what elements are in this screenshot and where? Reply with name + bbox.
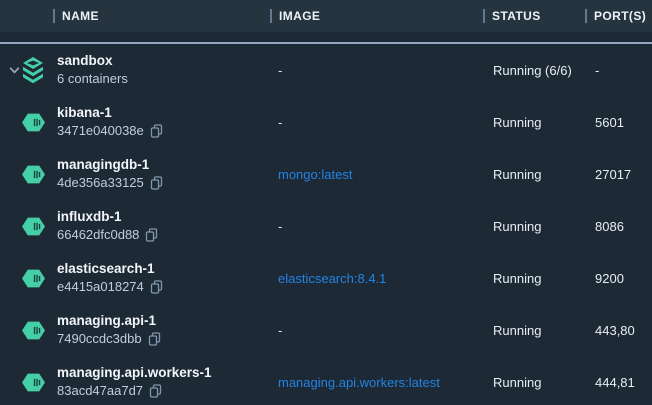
column-header-status[interactable]: STATUS [483,0,585,32]
status-value: Running (6/6) [483,44,585,96]
name-cell: managing.api.workers-1 83acd47aa7d7 [0,356,270,405]
table-body: sandbox 6 containers - Running (6/6) - [0,44,652,405]
image-value: - [278,219,282,234]
copy-icon[interactable] [148,332,161,346]
row-title: managingdb-1 [57,156,163,174]
ports-value: - [585,44,652,96]
row-subtitle: 83acd47aa7d7 [57,382,143,400]
name-cell: kibana-1 3471e040038e [0,96,270,148]
row-title: sandbox [57,52,128,70]
image-value: - [278,63,282,78]
table-row-container[interactable]: managing.api.workers-1 83acd47aa7d7 mana… [0,356,652,405]
ports-value: 5601 [585,96,652,148]
status-value: Running [483,356,585,405]
container-cube-icon [20,264,46,292]
column-header-ports[interactable]: PORT(S) [585,0,652,32]
status-value: Running [483,96,585,148]
ports-value: 27017 [585,148,652,200]
ports-value: 444,81 [585,356,652,405]
copy-icon[interactable] [150,124,163,138]
status-value: Running [483,148,585,200]
container-cube-icon [20,212,46,240]
row-subtitle: 3471e040038e [57,122,144,140]
table-row-container[interactable]: influxdb-1 66462dfc0d88 - Running 8086 [0,200,652,252]
image-value[interactable]: managing.api.workers:latest [278,375,440,390]
column-header-image[interactable]: IMAGE [270,0,483,32]
name-cell: managingdb-1 4de356a33125 [0,148,270,200]
image-value[interactable]: mongo:latest [278,167,352,182]
column-header-label: STATUS [492,9,541,23]
container-cube-icon [20,108,46,136]
row-title: influxdb-1 [57,208,158,226]
table-header: NAME IMAGE STATUS PORT(S) [0,0,652,32]
name-cell: influxdb-1 66462dfc0d88 [0,200,270,252]
name-cell: managing.api-1 7490ccdc3dbb [0,304,270,356]
status-value: Running [483,252,585,304]
copy-icon[interactable] [149,384,162,398]
image-value: - [278,323,282,338]
table-row-container[interactable]: managing.api-1 7490ccdc3dbb - Running 44… [0,304,652,356]
row-title: elasticsearch-1 [57,260,163,278]
row-title: managing.api-1 [57,312,161,330]
row-subtitle: 7490ccdc3dbb [57,330,142,348]
row-subtitle: 66462dfc0d88 [57,226,139,244]
container-cube-icon [20,316,46,344]
image-value[interactable]: elasticsearch:8.4.1 [278,271,386,286]
table-row-container[interactable]: kibana-1 3471e040038e - Running 5601 [0,96,652,148]
ports-value: 8086 [585,200,652,252]
ports-value: 9200 [585,252,652,304]
status-value: Running [483,304,585,356]
table-row-container[interactable]: managingdb-1 4de356a33125 mongo:latest R… [0,148,652,200]
column-header-label: NAME [62,9,99,23]
column-divider [53,9,55,23]
name-cell: elasticsearch-1 e4415a018274 [0,252,270,304]
status-value: Running [483,200,585,252]
ports-value: 443,80 [585,304,652,356]
container-cube-icon [20,368,46,396]
table-row-container[interactable]: elasticsearch-1 e4415a018274 elasticsear… [0,252,652,304]
image-value: - [278,115,282,130]
row-title: managing.api.workers-1 [57,364,212,382]
container-cube-icon [20,160,46,188]
chevron-down-icon[interactable] [8,64,20,76]
column-divider [483,9,485,23]
column-header-name[interactable]: NAME [0,0,270,32]
row-subtitle: 6 containers [57,70,128,88]
containers-table: NAME IMAGE STATUS PORT(S) [0,0,652,405]
copy-icon[interactable] [150,176,163,190]
name-cell: sandbox 6 containers [0,44,270,96]
row-title: kibana-1 [57,104,163,122]
column-header-label: PORT(S) [594,9,646,23]
row-subtitle: 4de356a33125 [57,174,144,192]
column-divider [585,9,587,23]
header-gap [0,32,652,42]
table-row-group[interactable]: sandbox 6 containers - Running (6/6) - [0,44,652,96]
copy-icon[interactable] [145,228,158,242]
column-header-label: IMAGE [279,9,320,23]
copy-icon[interactable] [150,280,163,294]
compose-stack-icon [20,56,46,84]
column-divider [270,9,272,23]
row-subtitle: e4415a018274 [57,278,144,296]
